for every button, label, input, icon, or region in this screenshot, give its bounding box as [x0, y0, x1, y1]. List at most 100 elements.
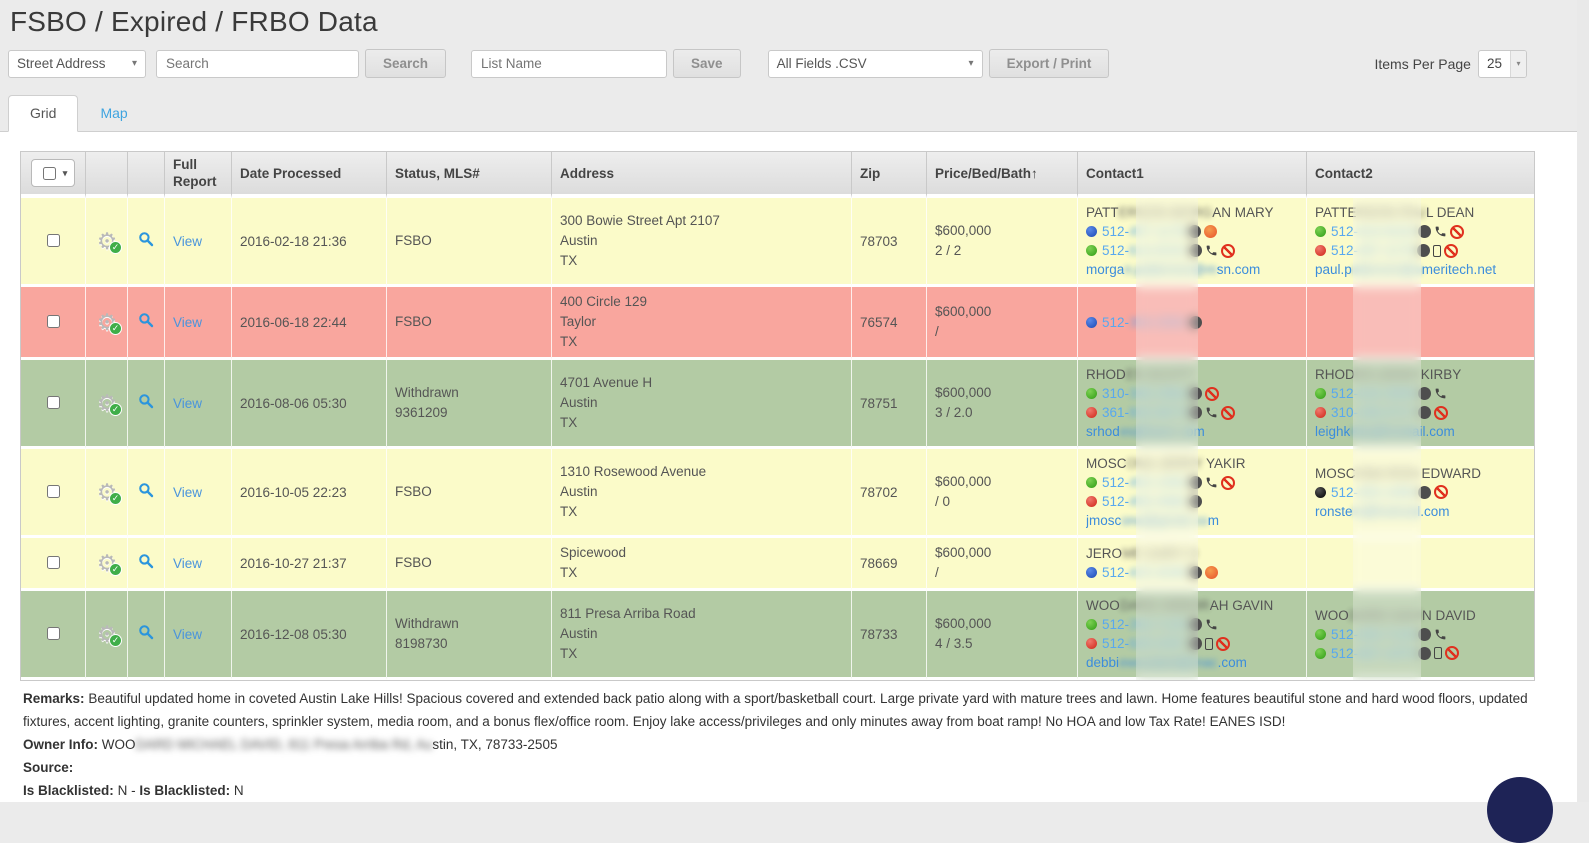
cell-contact2: MOSCONA RON EDWARD512-453-1059ronstein@h… — [1306, 449, 1534, 538]
search-button[interactable]: Search — [365, 49, 446, 78]
email-link[interactable]: paul.patterson@ameritech.net — [1315, 260, 1526, 279]
header-contact1[interactable]: Contact1 — [1077, 152, 1306, 198]
contact-info: JEROME GARY D512-415-4246 — [1086, 544, 1298, 582]
select-all-checkbox[interactable] — [43, 167, 56, 180]
items-per-page-select[interactable]: 25 ▾ — [1478, 50, 1527, 78]
phone-redacted: 453-1059 — [1129, 475, 1186, 490]
blacklisted-label: Is Blacklisted: — [139, 783, 230, 798]
page-scrollbar[interactable] — [1577, 0, 1589, 802]
phone-number-link[interactable]: 512-616-3935 — [1331, 384, 1415, 403]
cell-full-report: View — [164, 591, 231, 680]
text-visible: m — [1208, 513, 1219, 528]
chat-widget-button[interactable] — [1487, 777, 1553, 843]
phone-number-link[interactable]: 512-459-4580 — [1102, 492, 1186, 511]
phone-receiver-icon — [1205, 618, 1218, 631]
full-report-view-link[interactable]: View — [173, 234, 202, 249]
magnifier-icon[interactable] — [138, 397, 154, 412]
full-report-view-link[interactable]: View — [173, 556, 202, 571]
email-link[interactable]: leighkirby@hotnail.com — [1315, 422, 1526, 441]
header-status-mls[interactable]: Status, MLS# — [386, 152, 551, 198]
export-format-select[interactable]: All Fields .CSV ▾ — [768, 50, 983, 78]
full-report-view-link[interactable]: View — [173, 396, 202, 411]
list-name-input[interactable] — [471, 50, 667, 78]
email-link[interactable]: srhodes@iwon.com — [1086, 422, 1298, 441]
header-date-processed[interactable]: Date Processed — [231, 152, 386, 198]
phone-number-link[interactable]: 310-336-2964 — [1102, 384, 1186, 403]
process-gear-button[interactable]: ⚙✓ — [94, 480, 120, 504]
phone-number-link[interactable]: 512-263-7125 — [1102, 615, 1186, 634]
red-status-dot-icon — [1086, 496, 1097, 507]
cell-address: 400 Circle 129TaylorTX — [551, 287, 851, 360]
header-contact2[interactable]: Contact2 — [1306, 152, 1534, 198]
row-checkbox[interactable] — [47, 396, 60, 409]
blacklisted-line: Is Blacklisted: N - Is Blacklisted: N — [23, 780, 1532, 803]
export-print-button[interactable]: Export / Print — [989, 49, 1110, 78]
process-gear-button[interactable]: ⚙✓ — [94, 551, 120, 575]
phone-redacted: 336-2964 — [1129, 386, 1186, 401]
phone-number-link[interactable]: 512-457-1178 — [1331, 241, 1414, 260]
full-report-view-link[interactable]: View — [173, 485, 202, 500]
row-checkbox[interactable] — [47, 556, 60, 569]
row-checkbox[interactable] — [47, 627, 60, 640]
contact-name: RHODES LEIGH KIRBY — [1315, 365, 1526, 384]
process-gear-button[interactable]: ⚙✓ — [94, 391, 120, 415]
phone-number-link[interactable]: 512-354-2500 — [1102, 313, 1186, 332]
cell-date-processed: 2016-10-27 21:37 — [231, 538, 386, 591]
row-checkbox[interactable] — [47, 485, 60, 498]
phone-number-link[interactable]: 512-626-0287 — [1102, 634, 1186, 653]
blue-status-dot-icon — [1086, 226, 1097, 237]
save-button[interactable]: Save — [673, 49, 741, 78]
phone-number-link[interactable]: 512-453-1059 — [1331, 483, 1415, 502]
header-price-bed-bath[interactable]: Price/Bed/Bath↑ — [926, 152, 1077, 198]
phone-number-link[interactable]: 361-834-6673 — [1102, 403, 1186, 422]
phone-number-link[interactable]: 512-667-1975 — [1331, 644, 1415, 663]
phone-number-link[interactable]: 512-453-1059 — [1102, 473, 1186, 492]
email-link[interactable]: debbiewoodard@mac.com — [1086, 653, 1298, 672]
process-gear-button[interactable]: ⚙✓ — [94, 622, 120, 646]
select-all-dropdown-button[interactable]: ▾ — [31, 159, 75, 187]
phone-number-link[interactable]: 512-614-6152 — [1102, 241, 1186, 260]
phone-number-link[interactable]: 512-614-6103 — [1331, 222, 1415, 241]
full-report-view-link[interactable]: View — [173, 627, 202, 642]
phone-number-link[interactable]: 310-336-0717 — [1331, 403, 1415, 422]
phone-number-link[interactable]: 512-415-4246 — [1102, 563, 1186, 582]
search-input[interactable] — [156, 50, 359, 78]
email-link[interactable]: jmoscona@gmail.com — [1086, 511, 1298, 530]
process-gear-button[interactable]: ⚙✓ — [94, 229, 120, 253]
process-gear-button[interactable]: ⚙✓ — [94, 310, 120, 334]
tab-map[interactable]: Map — [78, 95, 149, 131]
row-checkbox[interactable] — [47, 315, 60, 328]
magnifier-icon[interactable] — [138, 557, 154, 572]
magnifier-icon[interactable] — [138, 235, 154, 250]
header-full-report[interactable]: Full Report — [164, 152, 231, 198]
call-status-icon — [1418, 406, 1431, 419]
magnifier-icon[interactable] — [138, 316, 154, 331]
status-value: FSBO — [395, 231, 543, 251]
cell-price-bed-bath: $600,000/ — [926, 538, 1077, 591]
tab-grid[interactable]: Grid — [8, 95, 78, 132]
email-link[interactable]: morgan.patterson@msn.com — [1086, 260, 1298, 279]
header-zip[interactable]: Zip — [851, 152, 926, 198]
contact-info: RHODES LEIGH KIRBY512-616-3935310-336-07… — [1315, 365, 1526, 441]
email-link[interactable]: ronstein@hotmail.com — [1315, 502, 1526, 521]
magnifier-icon[interactable] — [138, 628, 154, 643]
cell-actions: ⚙✓ — [85, 538, 127, 591]
text-visible: L DEAN — [1426, 205, 1474, 220]
zip-value: 78733 — [860, 625, 918, 644]
header-address[interactable]: Address — [551, 152, 851, 198]
cell-contact1: JEROME GARY D512-415-4246 — [1077, 538, 1306, 591]
phone-redacted: 667-1975 — [1358, 646, 1415, 661]
contact-info: PATTERSON PAUL DEAN512-614-6103512-457-1… — [1315, 203, 1526, 279]
search-field-select[interactable]: Street Address ▾ — [8, 50, 146, 78]
cell-lookup — [127, 591, 164, 680]
text-visible: ronste — [1315, 504, 1353, 519]
row-checkbox[interactable] — [47, 234, 60, 247]
phone-number-link[interactable]: 512-457-1178 — [1102, 222, 1185, 241]
phone-redacted: 453-1059 — [1358, 485, 1415, 500]
phone-number-link[interactable]: 512-263-7125 — [1331, 625, 1415, 644]
full-report-view-link[interactable]: View — [173, 315, 202, 330]
price-value: $600,000 — [935, 302, 1069, 322]
call-status-icon — [1418, 225, 1431, 238]
magnifier-icon[interactable] — [138, 486, 154, 501]
check-badge-icon: ✓ — [109, 241, 122, 254]
